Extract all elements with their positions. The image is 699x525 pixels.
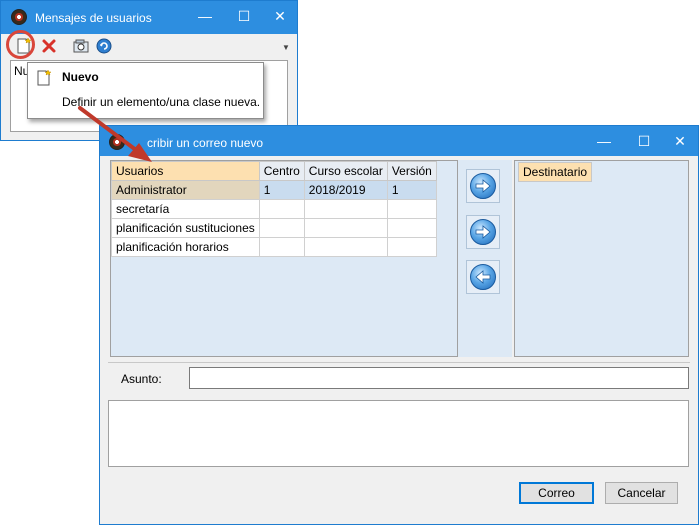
cell-usuario: secretaría bbox=[111, 199, 260, 219]
subject-label: Asunto: bbox=[121, 372, 162, 386]
highlight-circle bbox=[6, 30, 35, 59]
subject-input[interactable] bbox=[189, 367, 689, 389]
col-curso-escolar[interactable]: Curso escolar bbox=[303, 161, 388, 181]
refresh-icon bbox=[96, 38, 112, 54]
arrow-right-icon bbox=[475, 225, 491, 239]
col-centro[interactable]: Centro bbox=[258, 161, 305, 181]
message-body[interactable] bbox=[108, 400, 689, 467]
new-tooltip: Nuevo Definir un elemento/una clase nuev… bbox=[27, 62, 264, 119]
table-row[interactable]: planificación sustituciones bbox=[111, 218, 437, 238]
preview-icon bbox=[73, 39, 89, 53]
messages-window-title: Mensajes de usuarios bbox=[35, 11, 152, 25]
cell-centro: 1 bbox=[258, 180, 305, 200]
new-mail-titlebar: cribir un correo nuevo — ☐ ✕ bbox=[100, 126, 698, 156]
divider bbox=[108, 362, 690, 363]
cell-version bbox=[386, 237, 437, 257]
maximize-button[interactable]: ☐ bbox=[227, 1, 261, 31]
table-row[interactable]: secretaría bbox=[111, 199, 437, 219]
cell-version bbox=[386, 218, 437, 238]
cell-curso: 2018/2019 bbox=[303, 180, 388, 200]
cell-centro bbox=[258, 218, 305, 238]
toolbar-overflow-icon[interactable]: ▼ bbox=[282, 43, 290, 52]
cell-centro bbox=[258, 237, 305, 257]
new-mail-title: cribir un correo nuevo bbox=[147, 136, 264, 150]
messages-toolbar: ▼ bbox=[1, 34, 297, 58]
tooltip-title: Nuevo bbox=[62, 70, 99, 84]
cancel-button[interactable]: Cancelar bbox=[605, 482, 678, 504]
app-clock-icon bbox=[11, 9, 27, 25]
cell-usuario: planificación sustituciones bbox=[111, 218, 260, 238]
add-all-recipients-button[interactable] bbox=[466, 215, 500, 249]
col-usuarios[interactable]: Usuarios bbox=[111, 161, 260, 181]
tooltip-description: Definir un elemento/una clase nueva. bbox=[62, 95, 261, 109]
refresh-button[interactable] bbox=[95, 37, 113, 55]
col-version[interactable]: Versión bbox=[386, 161, 437, 181]
remove-recipient-button[interactable] bbox=[466, 260, 500, 294]
minimize-button[interactable]: — bbox=[587, 126, 621, 156]
arrow-left-icon bbox=[475, 270, 491, 284]
minimize-button[interactable]: — bbox=[188, 1, 222, 31]
cell-usuario: planificación horarios bbox=[111, 237, 260, 257]
arrow-right-icon bbox=[475, 179, 491, 193]
app-clock-icon bbox=[109, 134, 125, 150]
add-recipient-button[interactable] bbox=[466, 169, 500, 203]
close-button[interactable]: ✕ bbox=[663, 126, 697, 156]
recipients-list[interactable]: Destinatario bbox=[514, 160, 689, 357]
recipients-header[interactable]: Destinatario bbox=[518, 162, 593, 182]
messages-window-titlebar: Mensajes de usuarios — ☐ ✕ bbox=[1, 1, 297, 34]
close-button[interactable]: ✕ bbox=[263, 1, 297, 31]
users-header-row: Usuarios Centro Curso escolar Versión bbox=[111, 161, 437, 181]
cell-curso bbox=[303, 199, 388, 219]
cell-version: 1 bbox=[386, 180, 437, 200]
red-x-icon bbox=[42, 39, 56, 53]
send-mail-button[interactable]: Correo bbox=[519, 482, 594, 504]
cell-usuario: Administrator bbox=[111, 180, 260, 200]
cell-curso bbox=[303, 237, 388, 257]
new-document-icon bbox=[37, 70, 52, 86]
delete-message-button[interactable] bbox=[40, 37, 58, 55]
cell-centro bbox=[258, 199, 305, 219]
new-mail-window: cribir un correo nuevo — ☐ ✕ Usuarios Ce… bbox=[99, 125, 699, 525]
users-grid[interactable]: Usuarios Centro Curso escolar Versión Ad… bbox=[110, 160, 458, 357]
users-table: Usuarios Centro Curso escolar Versión Ad… bbox=[111, 161, 437, 257]
maximize-button[interactable]: ☐ bbox=[627, 126, 661, 156]
preview-button[interactable] bbox=[72, 37, 90, 55]
cell-version bbox=[386, 199, 437, 219]
cell-curso bbox=[303, 218, 388, 238]
table-row[interactable]: Administrator 1 2018/2019 1 bbox=[111, 180, 437, 200]
table-row[interactable]: planificación horarios bbox=[111, 237, 437, 257]
move-buttons-panel bbox=[458, 160, 512, 357]
